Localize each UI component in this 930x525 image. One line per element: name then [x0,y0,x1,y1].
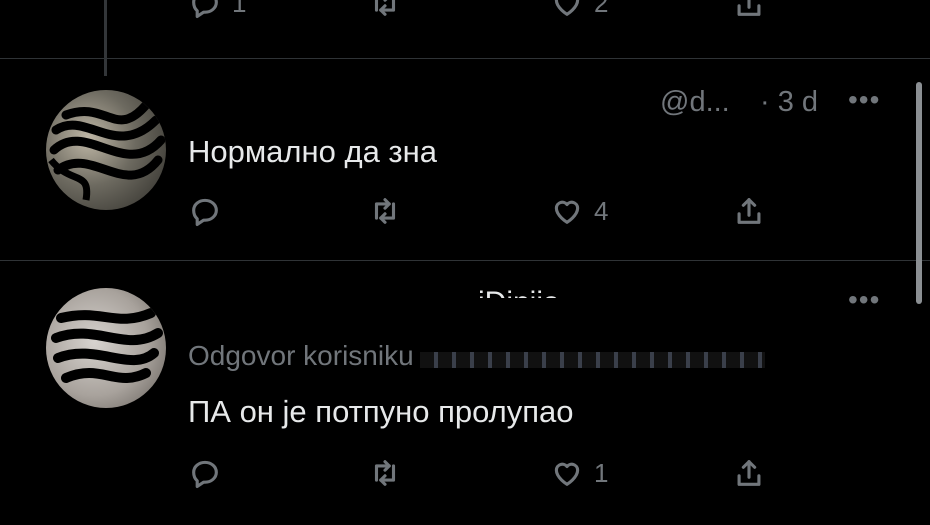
avatar[interactable] [46,288,166,408]
like-button[interactable]: 2 [550,0,608,20]
timestamp[interactable]: · 3 d [760,86,818,119]
divider [0,58,930,59]
share-icon [737,198,761,224]
like-count: 4 [594,195,609,226]
like-button[interactable]: 4 [550,194,608,228]
replying-to: Odgovor korisniku [188,340,414,371]
handle[interactable]: @d... [660,86,730,119]
like-count: 1 [594,457,609,488]
scribble-icon [51,308,163,383]
share-button[interactable] [732,0,766,20]
reply-button[interactable] [188,194,222,228]
more-button[interactable]: ••• [848,84,880,116]
speech-bubble-icon [192,0,218,19]
scrollbar[interactable] [916,82,922,304]
heart-icon [554,200,580,224]
reply-count: 1 [232,0,247,18]
scribble-icon [48,100,166,201]
retweet-button[interactable] [368,0,402,20]
reply-button[interactable] [188,456,222,490]
retweet-button[interactable] [368,456,402,490]
more-button[interactable]: ••• [848,284,880,316]
heart-icon [554,462,580,486]
avatar[interactable] [46,90,166,210]
retweet-icon [374,460,396,486]
thread-line [104,0,107,76]
retweet-icon [374,198,396,224]
more-icon: ••• [848,284,881,315]
speech-bubble-icon [192,198,218,227]
reply-button[interactable]: 1 [188,0,246,20]
redacted-mention [420,352,765,368]
heart-icon [554,0,580,16]
tweet-text: ПА он је потпуно пролупао [188,394,574,429]
share-button[interactable] [732,194,766,228]
share-icon [737,0,761,16]
more-icon: ••• [848,84,881,115]
redacted-name [188,96,628,122]
divider [0,260,930,261]
share-icon [737,460,761,486]
redacted-name-fragment: iDinija [188,288,618,298]
tweet-text: Нормално да зна [188,134,437,169]
share-button[interactable] [732,456,766,490]
speech-bubble-icon [192,460,218,489]
retweet-icon [374,0,396,16]
like-button[interactable]: 1 [550,456,608,490]
like-count: 2 [594,0,609,18]
retweet-button[interactable] [368,194,402,228]
